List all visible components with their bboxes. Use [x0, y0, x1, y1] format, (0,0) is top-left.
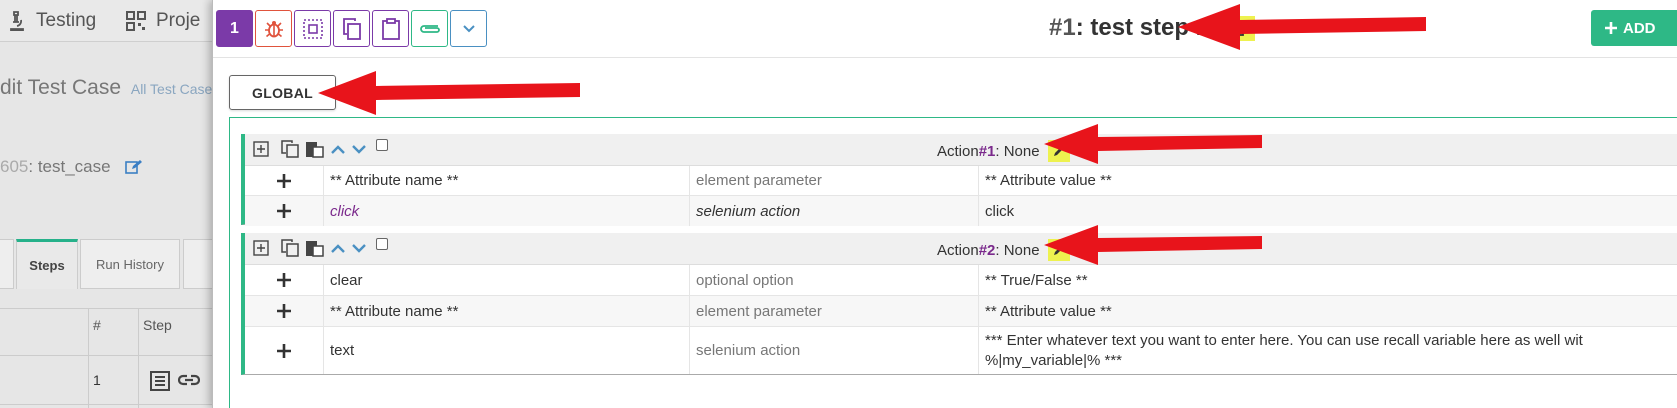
row-type[interactable]: selenium action: [690, 196, 979, 226]
chevron-up-icon[interactable]: [330, 143, 346, 155]
paste-icon[interactable]: [305, 140, 325, 158]
action-status: : None: [995, 241, 1040, 259]
nav-projects-label: Proje: [156, 10, 201, 31]
select-icon: [302, 18, 323, 39]
row-value[interactable]: ** True/False **: [979, 265, 1677, 295]
test-case-number: 605: [0, 157, 29, 176]
action-number: #2: [978, 241, 996, 259]
add-row-icon[interactable]: [245, 327, 324, 374]
expand-icon[interactable]: [253, 141, 269, 157]
action-controls: [253, 139, 388, 158]
annotation-arrow-global: [318, 71, 580, 115]
all-test-cases-link[interactable]: All Test Cases: [131, 81, 219, 97]
add-row-icon[interactable]: [245, 166, 324, 195]
page-title-text: dit Test Case: [0, 76, 122, 99]
table-row[interactable]: click selenium action click: [245, 196, 1677, 226]
action-block-2: Action #2 : None clear optional option *…: [241, 233, 1677, 375]
copy-icon: [342, 17, 361, 40]
row-value[interactable]: *** Enter whatever text you want to ente…: [979, 327, 1677, 374]
list-icon[interactable]: [150, 371, 170, 391]
nav-testing[interactable]: Testing: [8, 10, 96, 32]
nav-testing-label: Testing: [36, 10, 97, 31]
chevron-down-icon[interactable]: [351, 242, 367, 254]
action-label-text: Action: [937, 241, 979, 259]
more-options-button[interactable]: [450, 10, 487, 47]
tab-steps[interactable]: Steps: [16, 239, 78, 289]
bug-icon: [264, 20, 283, 37]
add-row-icon[interactable]: [245, 296, 324, 326]
annotation-arrow-title: [1178, 4, 1426, 50]
action-number: #1: [978, 142, 996, 160]
action-checkbox[interactable]: [376, 139, 388, 151]
table-row[interactable]: text selenium action *** Enter whatever …: [245, 327, 1677, 374]
add-row-icon[interactable]: [245, 196, 324, 226]
test-case-label: : test_case: [28, 157, 111, 176]
row-value[interactable]: click: [979, 196, 1677, 226]
row-value[interactable]: ** Attribute value **: [979, 296, 1677, 326]
tab-run-history[interactable]: Run History: [80, 239, 180, 289]
attachment-icon: [419, 24, 440, 33]
plus-icon: [1605, 22, 1617, 34]
step-toolbar: 1 #1 : test step 1 ADD: [213, 0, 1677, 58]
step-number-button[interactable]: 1: [216, 10, 253, 47]
annotation-arrow-action-1: [1044, 124, 1262, 164]
row-value-line-1: *** Enter whatever text you want to ente…: [985, 331, 1583, 349]
expand-icon[interactable]: [253, 240, 269, 256]
clipboard-icon: [381, 17, 400, 40]
table-row[interactable]: ** Attribute name ** element parameter *…: [245, 166, 1677, 196]
paste-button[interactable]: [372, 10, 409, 47]
row-name[interactable]: click: [324, 196, 690, 226]
step-title-number: #1: [1049, 14, 1076, 41]
row-name[interactable]: ** Attribute name **: [324, 166, 690, 195]
action-checkbox[interactable]: [376, 238, 388, 250]
action-label-text: Action: [937, 142, 979, 160]
row-value[interactable]: ** Attribute value **: [979, 166, 1677, 195]
row-type[interactable]: element parameter: [690, 296, 979, 326]
copy-button[interactable]: [333, 10, 370, 47]
row-number: 1: [93, 372, 101, 388]
row-type[interactable]: element parameter: [690, 166, 979, 195]
table-header-step: Step: [143, 317, 172, 333]
chevron-down-icon: [462, 24, 475, 32]
table-header-number: #: [93, 317, 101, 333]
row-name[interactable]: text: [324, 327, 690, 374]
tab-previous[interactable]: [0, 239, 14, 289]
row-name[interactable]: ** Attribute name **: [324, 296, 690, 326]
row-type[interactable]: optional option: [690, 265, 979, 295]
chevron-up-icon[interactable]: [330, 242, 346, 254]
chevron-down-icon[interactable]: [351, 143, 367, 155]
copy-icon[interactable]: [280, 140, 300, 158]
table-row[interactable]: clear optional option ** True/False **: [245, 265, 1677, 296]
action-block-1: Action #1 : None ** Attribute name ** el…: [241, 134, 1677, 226]
action-header: Action #1 : None: [245, 134, 1677, 166]
select-button[interactable]: [294, 10, 331, 47]
actions-container: Action #1 : None ** Attribute name ** el…: [229, 117, 1677, 408]
action-status: : None: [995, 142, 1040, 160]
edit-icon[interactable]: [124, 159, 143, 175]
row-name[interactable]: clear: [324, 265, 690, 295]
step-modal: 1 #1 : test step 1 ADD GLOBAL Action #1 …: [212, 0, 1677, 408]
qr-code-icon: [126, 11, 146, 31]
test-case-name: 605 : test_case: [0, 157, 143, 177]
annotation-arrow-action-2: [1044, 225, 1262, 265]
table-row[interactable]: ** Attribute name ** element parameter *…: [245, 296, 1677, 327]
nav-projects[interactable]: Proje: [126, 10, 200, 32]
paste-icon[interactable]: [305, 239, 325, 257]
page-title: dit Test Case All Test Cases: [0, 76, 219, 100]
copy-icon[interactable]: [280, 239, 300, 257]
row-value-line-2: %|my_variable|% ***: [985, 351, 1123, 369]
attachment-button[interactable]: [411, 10, 448, 47]
debug-button[interactable]: [255, 10, 292, 47]
add-button[interactable]: ADD: [1591, 10, 1677, 46]
add-button-label: ADD: [1623, 19, 1656, 37]
action-header: Action #2 : None: [245, 233, 1677, 265]
row-type[interactable]: selenium action: [690, 327, 979, 374]
microscope-icon: [10, 11, 24, 31]
link-icon[interactable]: [178, 373, 200, 387]
action-controls: [253, 238, 388, 257]
add-row-icon[interactable]: [245, 265, 324, 295]
